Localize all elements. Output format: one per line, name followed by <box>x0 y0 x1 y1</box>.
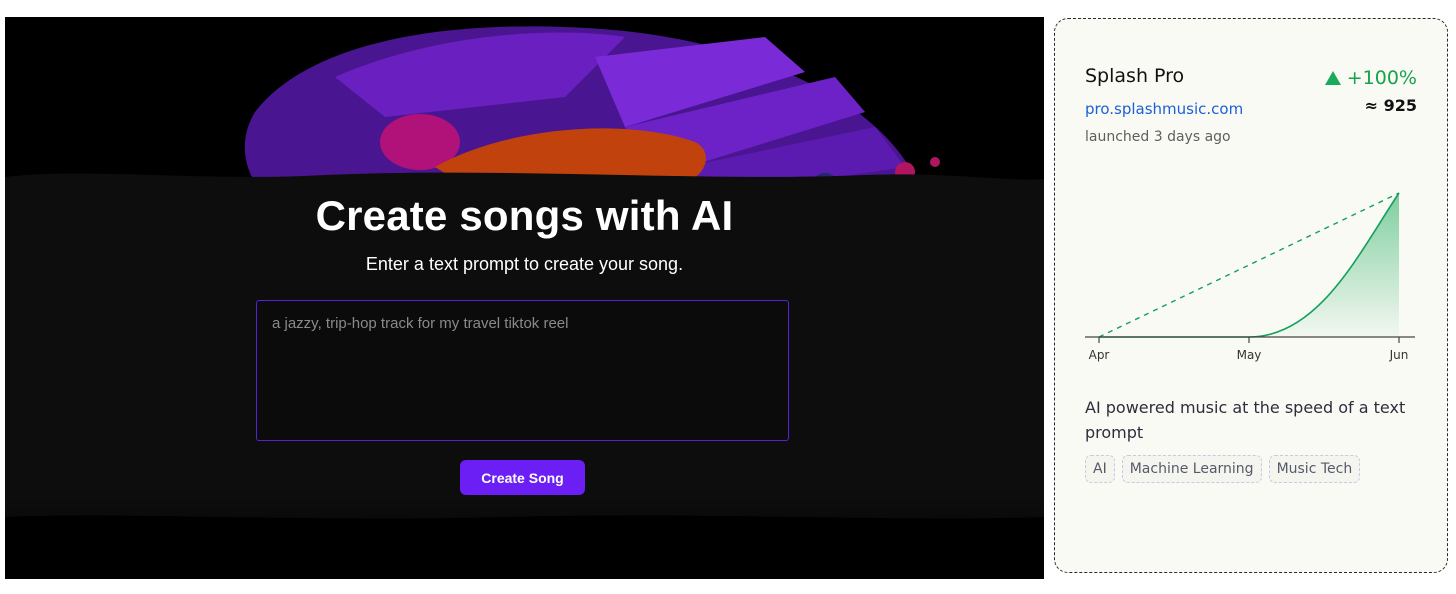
product-name: Splash Pro <box>1085 65 1185 87</box>
x-tick-label: Apr <box>1089 348 1110 362</box>
create-song-button[interactable]: Create Song <box>460 460 585 495</box>
product-card: Splash Pro pro.splashmusic.com launched … <box>1054 18 1448 573</box>
product-description: AI powered music at the speed of a text … <box>1085 398 1406 442</box>
tag: Machine Learning <box>1121 455 1262 483</box>
hero-subtitle: Enter a text prompt to create your song. <box>365 254 684 274</box>
tag: Music Tech <box>1268 455 1361 483</box>
approx-count: ≈ 925 <box>1364 96 1417 115</box>
launch-date: launched 3 days ago <box>1085 129 1231 145</box>
tag: AI <box>1085 455 1115 483</box>
tag-list: AI Machine Learning Music Tech <box>1085 455 1361 483</box>
trend-up-icon <box>1324 71 1341 85</box>
growth-chart: Apr May Jun <box>1085 192 1415 362</box>
series-area <box>1249 193 1399 337</box>
growth-indicator: +100% <box>1324 67 1417 89</box>
hero-panel: Create songs with AI Enter a text prompt… <box>5 17 1044 579</box>
prompt-box <box>256 300 789 441</box>
prompt-input[interactable] <box>272 315 773 426</box>
product-link[interactable]: pro.splashmusic.com <box>1085 100 1243 118</box>
x-tick-label: May <box>1237 348 1262 362</box>
x-tick-label: Jun <box>1389 348 1409 362</box>
growth-value: +100% <box>1346 67 1417 89</box>
hero-title: Create songs with AI <box>315 192 734 239</box>
